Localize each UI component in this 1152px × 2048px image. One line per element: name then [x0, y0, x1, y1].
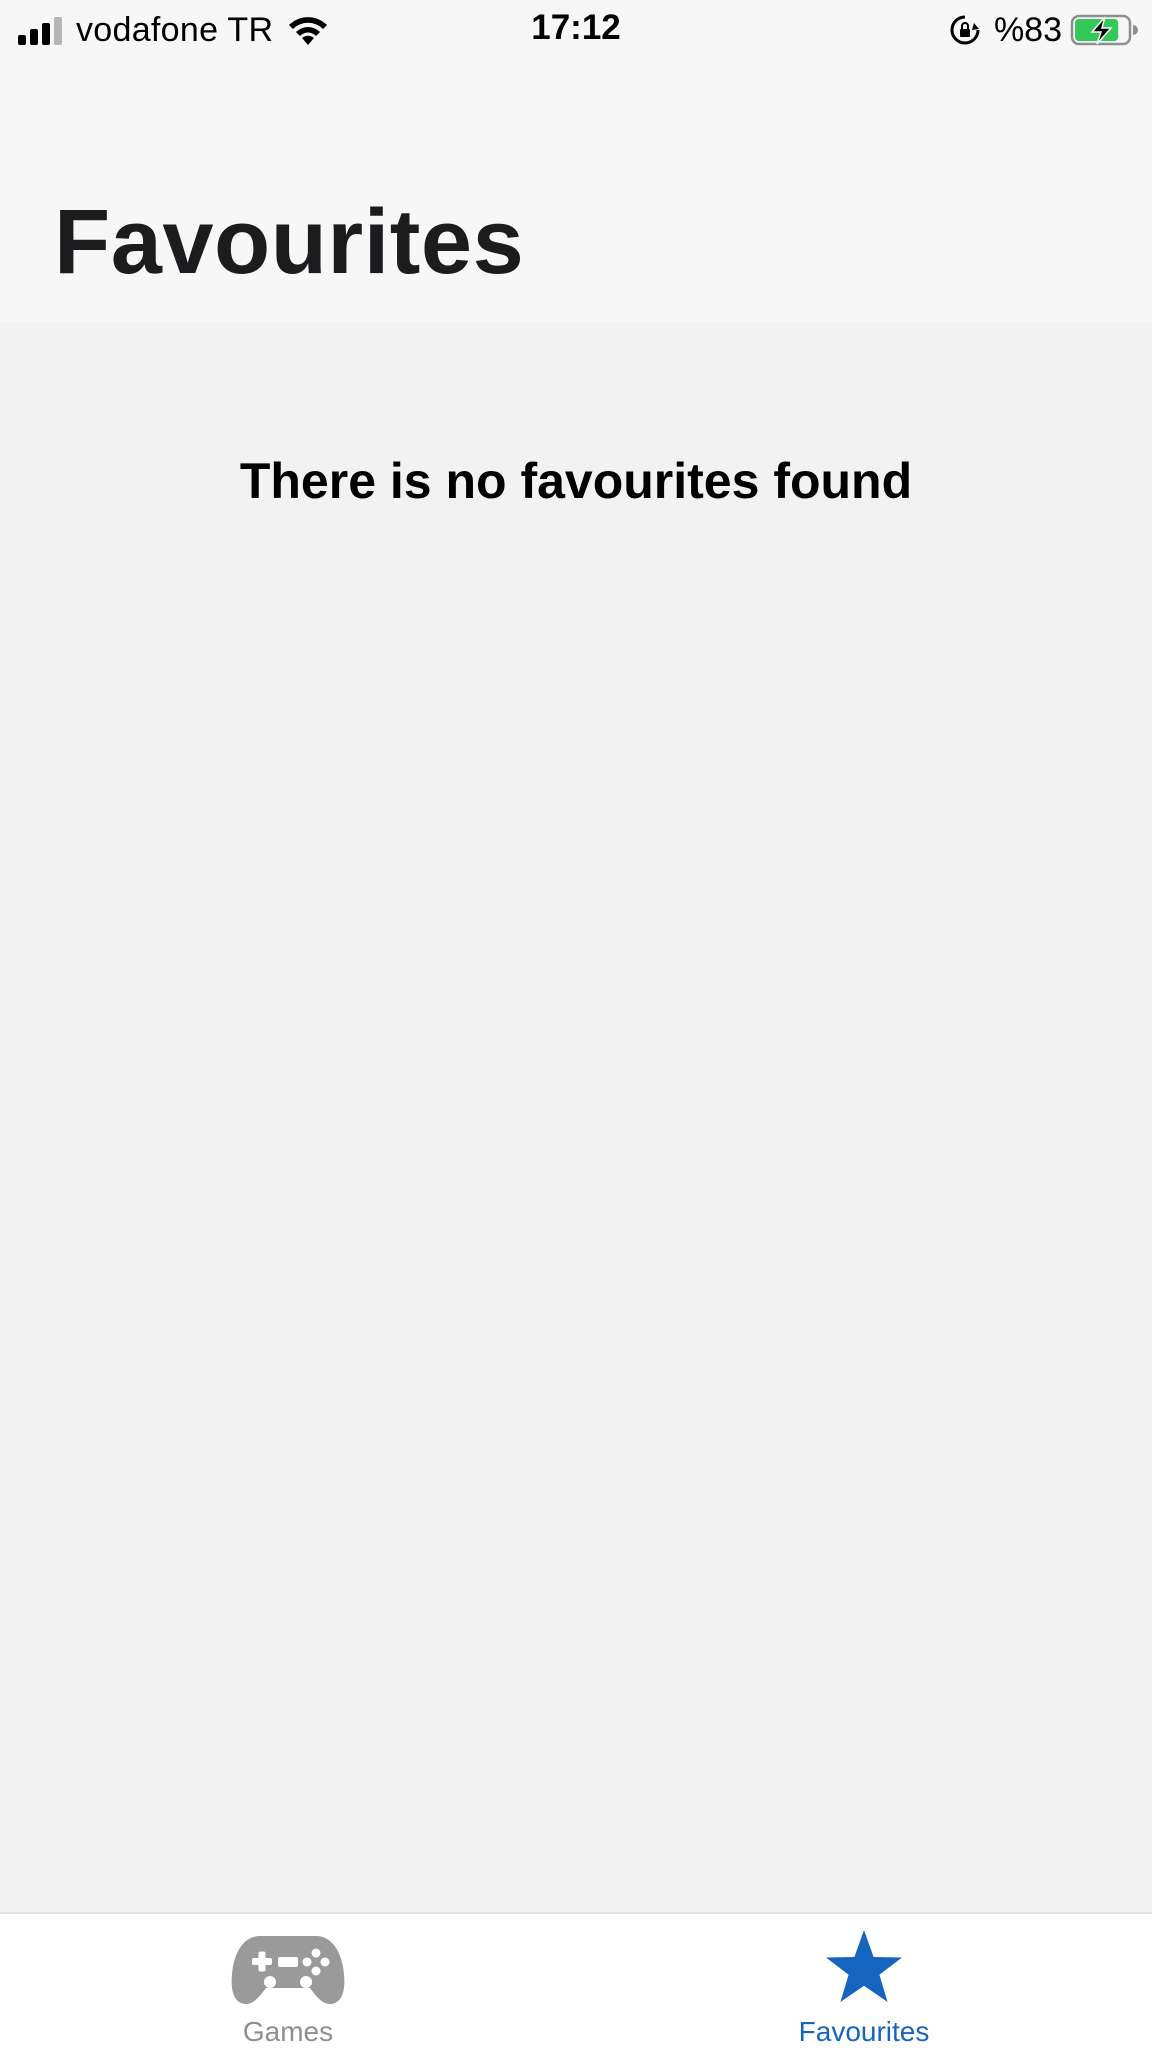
- tab-games-label: Games: [242, 2016, 334, 2047]
- favourites-content: There is no favourites found: [0, 322, 1152, 1912]
- battery-percent: %83: [993, 10, 1062, 49]
- tab-bar: Games Favourites: [0, 1912, 1152, 2048]
- tab-favourites-label: Favourites: [798, 2016, 930, 2047]
- orientation-lock-icon: [950, 15, 980, 45]
- tab-favourites[interactable]: Favourites: [576, 1914, 1152, 2048]
- star-icon: [826, 1930, 902, 2002]
- status-right: %83: [948, 10, 1138, 50]
- app-screen: vodafone TR 17:12 %83 Favourites There i…: [0, 0, 1152, 2048]
- page-title: Favourites: [54, 191, 525, 293]
- tab-games[interactable]: Games: [0, 1914, 576, 2048]
- gamepad-icon: [231, 1936, 345, 2004]
- navigation-header: Favourites: [0, 58, 1152, 322]
- empty-state-message: There is no favourites found: [239, 453, 913, 509]
- status-bar: vodafone TR 17:12 %83: [0, 0, 1152, 58]
- battery-charging-icon: [1070, 14, 1138, 46]
